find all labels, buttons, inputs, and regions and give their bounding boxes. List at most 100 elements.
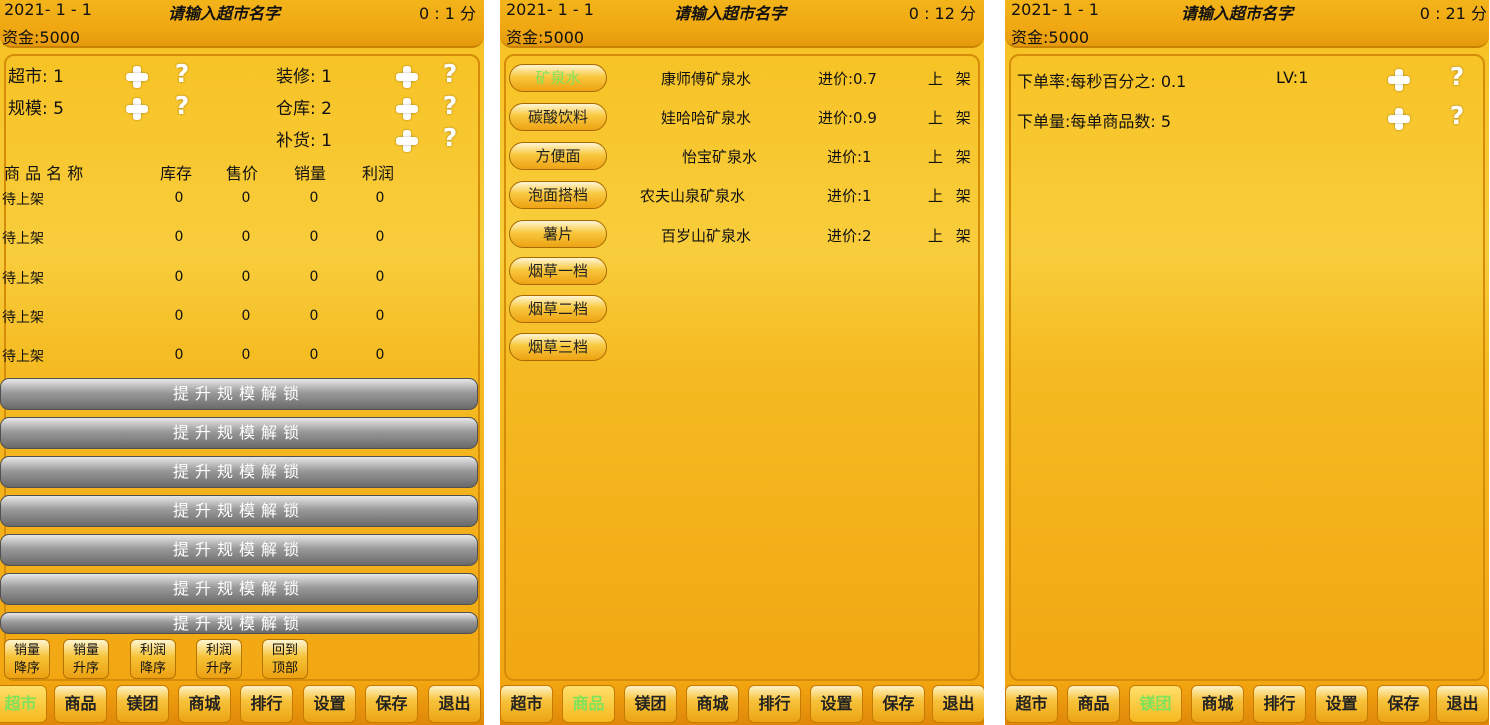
- row-profit: 0: [375, 190, 385, 206]
- col-price: 售价: [226, 164, 259, 183]
- restock-help-icon[interactable]: ?: [438, 124, 462, 152]
- nav-exit[interactable]: 退出: [428, 685, 481, 723]
- nav-save[interactable]: 保存: [365, 685, 418, 723]
- restock-plus-icon[interactable]: [394, 128, 420, 154]
- shelve-button[interactable]: 上 架: [928, 146, 975, 167]
- market-name-input[interactable]: 请输入超市名字: [168, 0, 280, 24]
- nav-meituan[interactable]: 镁团: [1129, 685, 1182, 723]
- game-date: 2021- 1 - 1: [4, 0, 92, 19]
- product-price: 进价:0.7: [818, 70, 877, 88]
- nav-goods[interactable]: 商品: [562, 685, 615, 723]
- product-price: 进价:2: [827, 227, 872, 245]
- order-rate-plus-icon[interactable]: [1386, 67, 1412, 93]
- unlock-slot-button[interactable]: 提升规模解锁: [0, 456, 478, 488]
- game-date: 2021- 1 - 1: [1011, 0, 1099, 19]
- meituan-panel: [1009, 54, 1485, 681]
- unlock-slot-button[interactable]: 提升规模解锁: [0, 378, 478, 410]
- category-mineral-water[interactable]: 矿泉水: [509, 64, 607, 92]
- category-noodle-sides[interactable]: 泡面搭档: [509, 181, 607, 209]
- game-time: 0 : 21 分: [1419, 4, 1487, 23]
- row-sales: 0: [309, 347, 319, 363]
- sales-desc-button[interactable]: 销量 降序: [4, 639, 50, 679]
- game-time: 0 : 12 分: [908, 4, 976, 23]
- bottom-nav: 超市 商品 镁团 商城 排行 设置 保存 退出: [0, 681, 484, 725]
- nav-settings[interactable]: 设置: [810, 685, 863, 723]
- row-name: 待上架: [2, 310, 44, 326]
- category-tobacco-2[interactable]: 烟草二档: [509, 295, 607, 323]
- nav-goods[interactable]: 商品: [54, 685, 107, 723]
- nav-settings[interactable]: 设置: [1315, 685, 1368, 723]
- sort-label-top: 销量: [72, 643, 99, 658]
- col-product-name: 商 品 名 称: [4, 164, 84, 183]
- nav-goods[interactable]: 商品: [1067, 685, 1120, 723]
- product-name: 百岁山矿泉水: [661, 227, 752, 245]
- unlock-slot-button[interactable]: 提升规模解锁: [0, 573, 478, 605]
- nav-mall[interactable]: 商城: [1191, 685, 1244, 723]
- nav-supermarket[interactable]: 超市: [500, 685, 553, 723]
- nav-save[interactable]: 保存: [1377, 685, 1430, 723]
- shelve-button[interactable]: 上 架: [928, 68, 975, 89]
- nav-mall[interactable]: 商城: [686, 685, 739, 723]
- nav-settings[interactable]: 设置: [303, 685, 356, 723]
- unlock-slot-button[interactable]: 提升规模解锁: [0, 417, 478, 449]
- product-name: 农夫山泉矿泉水: [640, 187, 746, 205]
- supermarket-plus-icon[interactable]: [124, 64, 150, 90]
- nav-meituan[interactable]: 镁团: [624, 685, 677, 723]
- scale-plus-icon[interactable]: [124, 96, 150, 122]
- scale-help-icon[interactable]: ?: [170, 92, 194, 120]
- game-date: 2021- 1 - 1: [506, 0, 594, 19]
- market-name-input[interactable]: 请输入超市名字: [1181, 0, 1293, 24]
- back-to-top-button[interactable]: 回到 顶部: [262, 639, 308, 679]
- market-name-input[interactable]: 请输入超市名字: [674, 0, 786, 24]
- warehouse-help-icon[interactable]: ?: [438, 92, 462, 120]
- nav-ranking[interactable]: 排行: [1253, 685, 1306, 723]
- nav-supermarket[interactable]: 超市: [0, 685, 47, 723]
- level-label: LV:1: [1276, 68, 1309, 87]
- bottom-nav: 超市 商品 镁团 商城 排行 设置 保存 退出: [1005, 681, 1489, 725]
- nav-exit[interactable]: 退出: [932, 685, 984, 723]
- category-instant-noodles[interactable]: 方便面: [509, 142, 607, 170]
- row-price: 0: [241, 190, 251, 206]
- nav-mall[interactable]: 商城: [178, 685, 231, 723]
- order-qty-plus-icon[interactable]: [1386, 106, 1412, 132]
- unlock-slot-button[interactable]: 提升规模解锁: [0, 534, 478, 566]
- unlock-slot-button[interactable]: 提升规模解锁: [0, 612, 478, 634]
- decoration-help-icon[interactable]: ?: [438, 60, 462, 88]
- shelve-button[interactable]: 上 架: [928, 225, 975, 246]
- nav-exit[interactable]: 退出: [1436, 685, 1489, 723]
- nav-save[interactable]: 保存: [872, 685, 925, 723]
- order-rate-help-icon[interactable]: ?: [1445, 63, 1469, 91]
- sort-label-top: 利润: [139, 643, 166, 658]
- shelve-button[interactable]: 上 架: [928, 107, 975, 128]
- supermarket-level: 超市: 1: [8, 67, 64, 87]
- top-bar: 2021- 1 - 1 请输入超市名字 0 : 1 分 资金:5000: [0, 0, 484, 48]
- row-price: 0: [241, 229, 251, 245]
- decoration-plus-icon[interactable]: [394, 64, 420, 90]
- order-qty-help-icon[interactable]: ?: [1445, 102, 1469, 130]
- bottom-nav: 超市 商品 镁团 商城 排行 设置 保存 退出: [500, 681, 984, 725]
- supermarket-help-icon[interactable]: ?: [170, 60, 194, 88]
- row-profit: 0: [375, 308, 385, 324]
- sort-label-top: 销量: [13, 643, 40, 658]
- nav-supermarket[interactable]: 超市: [1005, 685, 1058, 723]
- nav-ranking[interactable]: 排行: [240, 685, 293, 723]
- row-profit: 0: [375, 269, 385, 285]
- sort-label-top: 利润: [205, 643, 232, 658]
- category-tobacco-3[interactable]: 烟草三档: [509, 333, 607, 361]
- profit-desc-button[interactable]: 利润 降序: [130, 639, 176, 679]
- sales-asc-button[interactable]: 销量 升序: [63, 639, 109, 679]
- shelve-button[interactable]: 上 架: [928, 185, 975, 206]
- warehouse-plus-icon[interactable]: [394, 96, 420, 122]
- category-chips[interactable]: 薯片: [509, 220, 607, 248]
- decoration-level: 装修: 1: [276, 67, 332, 87]
- nav-meituan[interactable]: 镁团: [116, 685, 169, 723]
- nav-ranking[interactable]: 排行: [748, 685, 801, 723]
- unlock-slot-button[interactable]: 提升规模解锁: [0, 495, 478, 527]
- product-name: 康师傅矿泉水: [661, 70, 752, 88]
- restock-level: 补货: 1: [276, 131, 332, 151]
- profit-asc-button[interactable]: 利润 升序: [196, 639, 242, 679]
- category-tobacco-1[interactable]: 烟草一档: [509, 257, 607, 285]
- category-soda[interactable]: 碳酸饮料: [509, 103, 607, 131]
- sort-label-bottom: 降序: [13, 661, 40, 676]
- row-stock: 0: [174, 347, 184, 363]
